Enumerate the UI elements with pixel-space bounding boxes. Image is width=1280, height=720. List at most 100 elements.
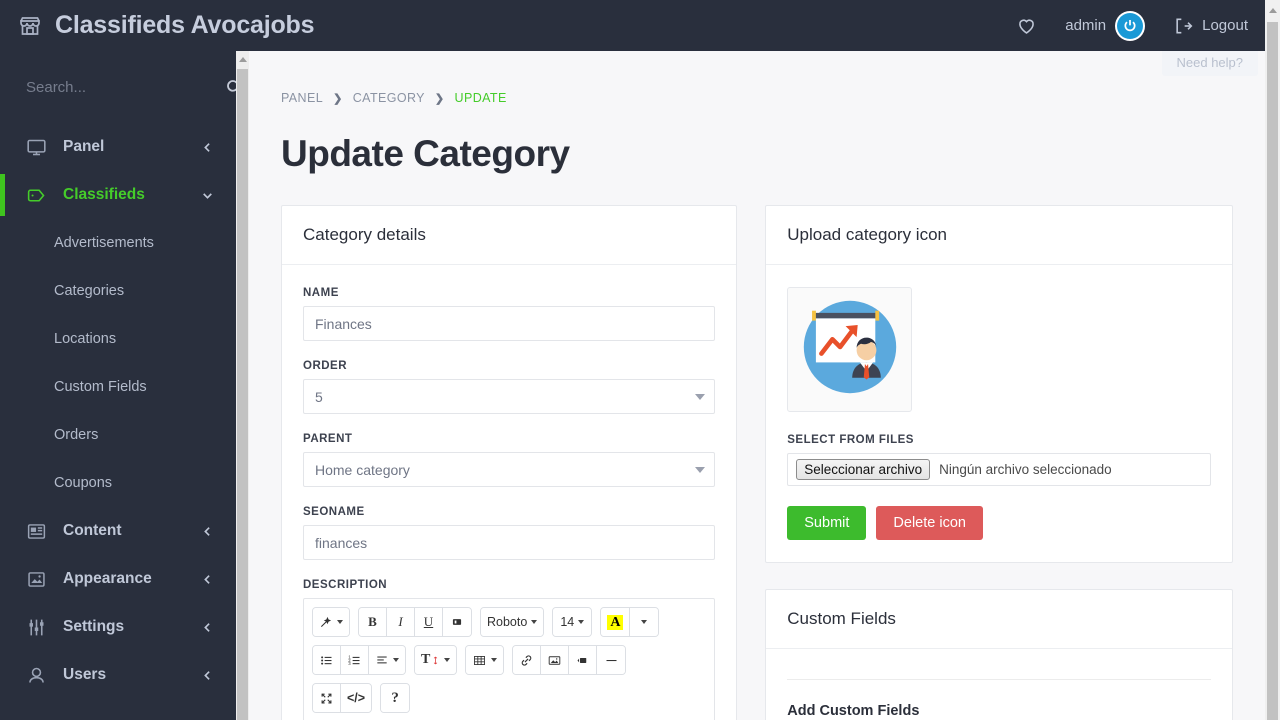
line-height-icon[interactable]: T <box>415 646 457 674</box>
need-help-button[interactable]: Need help? <box>1161 49 1258 76</box>
upload-actions: Submit Delete icon <box>787 506 1211 540</box>
name-input[interactable] <box>303 306 716 341</box>
sidebar-item-settings[interactable]: Settings <box>0 603 236 651</box>
sidebar-item-label: Content <box>63 522 122 539</box>
line-height-letter: T <box>421 652 431 667</box>
italic-icon[interactable]: I <box>387 608 415 636</box>
text-highlight-icon[interactable]: A <box>601 608 631 636</box>
select-from-files-label: SELECT FROM FILES <box>787 434 914 446</box>
logout-button[interactable]: Logout <box>1159 0 1262 51</box>
custom-fields-body: Add Custom Fields jobtype SELECT TRANSLA… <box>766 649 1232 720</box>
finance-presentation-icon <box>795 292 905 407</box>
window-scrollbar[interactable] <box>1265 0 1280 720</box>
editor-toolbar-row: 123 T <box>312 645 706 675</box>
search-input[interactable] <box>26 78 225 96</box>
chevron-down-icon <box>393 658 399 662</box>
category-icon-preview <box>787 287 913 412</box>
underline-icon[interactable]: U <box>415 608 443 636</box>
chevron-left-icon <box>201 573 214 586</box>
sidebar-item-categories[interactable]: Categories <box>0 267 236 315</box>
table-group <box>465 645 505 675</box>
chevron-down-icon <box>695 394 706 400</box>
code-view-icon[interactable]: </> <box>341 684 372 712</box>
username-label: admin <box>1065 17 1107 34</box>
search-icon[interactable] <box>225 78 236 96</box>
brand[interactable]: Classifieds Avocajobs <box>0 11 315 40</box>
name-field-block: NAME <box>303 287 716 341</box>
breadcrumb: PANEL ❯ CATEGORY ❯ UPDATE <box>265 51 1249 105</box>
order-label: ORDER <box>303 360 348 372</box>
sidebar-item-custom-fields[interactable]: Custom Fields <box>0 363 236 411</box>
two-column-layout: Category details NAME ORDER 5 <box>265 175 1249 720</box>
sidebar-item-label: Locations <box>54 331 117 347</box>
custom-fields-card: Custom Fields Add Custom Fields jobtype … <box>765 589 1233 720</box>
divider <box>787 679 1211 680</box>
sidebar-item-users[interactable]: Users <box>0 651 236 699</box>
sidebar-item-coupons[interactable]: Coupons <box>0 459 236 507</box>
order-select-wrap[interactable]: 5 <box>303 379 716 414</box>
sidebar-item-advertisements[interactable]: Advertisements <box>0 219 236 267</box>
description-label: DESCRIPTION <box>303 579 388 591</box>
submit-button[interactable]: Submit <box>787 506 867 540</box>
sidebar-item-locations[interactable]: Locations <box>0 315 236 363</box>
chevron-left-icon <box>201 621 214 634</box>
scroll-up-arrow-icon[interactable] <box>1269 8 1277 13</box>
sidebar-item-appearance[interactable]: Appearance <box>0 555 236 603</box>
help-icon[interactable]: ? <box>381 684 410 712</box>
sidebar-item-content[interactable]: Content <box>0 507 236 555</box>
view-group: </> <box>312 683 373 713</box>
unordered-list-icon[interactable] <box>313 646 341 674</box>
breadcrumb-item-panel[interactable]: PANEL <box>281 91 323 105</box>
ordered-list-icon[interactable]: 123 <box>341 646 369 674</box>
sidebar-item-classifieds[interactable]: Classifieds <box>0 171 236 219</box>
horizontal-rule-icon[interactable] <box>597 646 626 674</box>
color-dropdown-icon[interactable] <box>630 608 659 636</box>
delete-icon-button[interactable]: Delete icon <box>876 506 983 540</box>
order-field-block: ORDER 5 <box>303 360 716 414</box>
font-size-select[interactable]: 14 <box>553 608 592 636</box>
scrollbar-thumb[interactable] <box>1267 22 1278 720</box>
sidebar-search[interactable] <box>0 51 236 123</box>
category-details-body: NAME ORDER 5 PARENT Home category <box>282 265 736 720</box>
scroll-up-arrow-icon[interactable] <box>239 57 247 62</box>
font-family-select[interactable]: Roboto <box>481 608 544 636</box>
user-menu[interactable]: admin <box>1051 0 1159 51</box>
magic-wand-icon[interactable] <box>313 608 349 636</box>
card-title: Category details <box>282 206 737 265</box>
sidebar-item-label: Users <box>63 666 107 683</box>
highlight-letter: A <box>607 614 624 630</box>
navbar-right: admin Logout <box>1002 0 1280 51</box>
chevron-down-icon <box>531 620 538 624</box>
link-icon[interactable] <box>513 646 542 674</box>
heart-icon <box>1016 15 1037 36</box>
monitor-icon <box>26 137 47 158</box>
remove-format-icon[interactable] <box>443 608 471 636</box>
chevron-left-icon <box>201 141 214 154</box>
seoname-label: SEONAME <box>303 506 365 518</box>
seoname-input[interactable] <box>303 525 716 560</box>
picture-icon[interactable] <box>541 646 570 674</box>
scrollbar-thumb[interactable] <box>237 69 248 720</box>
align-icon[interactable] <box>369 646 405 674</box>
sidebar-item-label: Orders <box>54 427 99 443</box>
avatar[interactable] <box>1115 10 1146 41</box>
content-scrollbar[interactable] <box>236 51 249 720</box>
choose-file-button[interactable]: Seleccionar archivo <box>796 459 931 480</box>
parent-select[interactable]: Home category <box>303 452 716 487</box>
table-icon[interactable] <box>466 646 504 674</box>
style-group <box>312 607 350 637</box>
favorites-button[interactable] <box>1002 0 1051 51</box>
card-title: Upload category icon <box>766 206 1232 265</box>
sidebar-item-panel[interactable]: Panel <box>0 123 236 171</box>
order-select[interactable]: 5 <box>303 379 716 414</box>
bold-icon[interactable]: B <box>359 608 387 636</box>
fullscreen-icon[interactable] <box>313 684 341 712</box>
sidebar-item-label: Categories <box>54 283 125 299</box>
video-icon[interactable] <box>569 646 598 674</box>
breadcrumb-item-update: UPDATE <box>454 91 507 105</box>
parent-select-wrap[interactable]: Home category <box>303 452 716 487</box>
breadcrumb-item-category[interactable]: CATEGORY <box>353 91 425 105</box>
sidebar-item-orders[interactable]: Orders <box>0 411 236 459</box>
file-input[interactable]: Seleccionar archivo Ningún archivo selec… <box>787 453 1211 486</box>
font-size-group: 14 <box>552 607 593 637</box>
